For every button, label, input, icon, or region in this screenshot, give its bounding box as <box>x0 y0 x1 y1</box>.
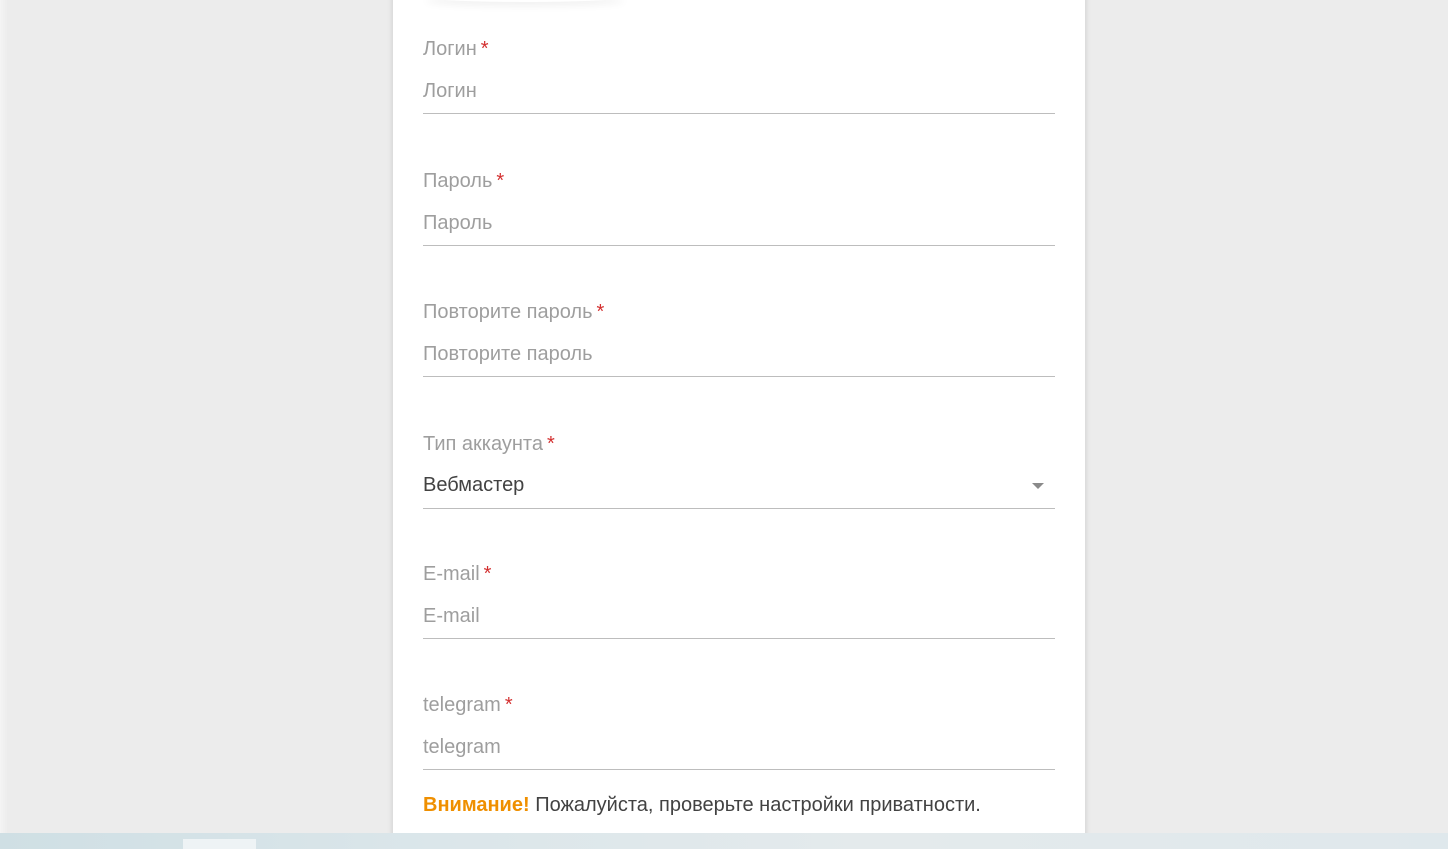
registration-card: Логин * Логин Пароль * Пароль Повторите па… <box>393 0 1085 849</box>
card-header-shadow <box>425 0 625 2</box>
account-type-label: Тип аккаунта * <box>423 432 555 456</box>
account-type-select[interactable]: Вебмастер <box>423 471 1055 499</box>
repeat-password-input[interactable]: Повторите пароль <box>423 340 1055 368</box>
email-input[interactable]: E-mail <box>423 602 1055 630</box>
email-label: E-mail * <box>423 562 491 586</box>
required-mark: * <box>496 170 505 192</box>
chevron-down-icon[interactable] <box>1032 483 1044 489</box>
login-label: Логин * <box>423 37 489 61</box>
bottom-bar <box>0 833 1448 849</box>
telegram-underline <box>423 769 1055 770</box>
repeat-password-label-text: Повторите пароль <box>423 301 593 323</box>
notice-warning-label: Внимание! <box>423 794 530 816</box>
repeat-password-underline <box>423 376 1055 377</box>
login-input[interactable]: Логин <box>423 77 1055 105</box>
account-type-value: Вебмастер <box>423 474 525 496</box>
bottom-bar-block <box>183 839 256 849</box>
page: Логин * Логин Пароль * Пароль Повторите па… <box>0 0 1448 849</box>
account-type-underline <box>423 508 1055 509</box>
login-label-text: Логин <box>423 38 477 60</box>
required-mark: * <box>483 563 492 585</box>
email-underline <box>423 638 1055 639</box>
password-label: Пароль * <box>423 169 504 193</box>
account-type-label-text: Тип аккаунта <box>423 433 543 455</box>
email-label-text: E-mail <box>423 563 480 585</box>
left-edge <box>0 0 8 849</box>
password-input[interactable]: Пароль <box>423 209 1055 237</box>
telegram-label-text: telegram <box>423 694 501 716</box>
telegram-label: telegram * <box>423 693 513 717</box>
password-underline <box>423 245 1055 246</box>
required-mark: * <box>546 433 555 455</box>
notice-text: Пожалуйста, проверьте настройки приватно… <box>529 794 981 816</box>
privacy-notice: Внимание! Пожалуйста, проверьте настройк… <box>423 792 1055 818</box>
required-mark: * <box>480 38 489 60</box>
password-label-text: Пароль <box>423 170 493 192</box>
login-underline <box>423 113 1055 114</box>
repeat-password-label: Повторите пароль * <box>423 300 604 324</box>
telegram-input[interactable]: telegram <box>423 733 1055 761</box>
required-mark: * <box>504 694 513 716</box>
required-mark: * <box>596 301 605 323</box>
